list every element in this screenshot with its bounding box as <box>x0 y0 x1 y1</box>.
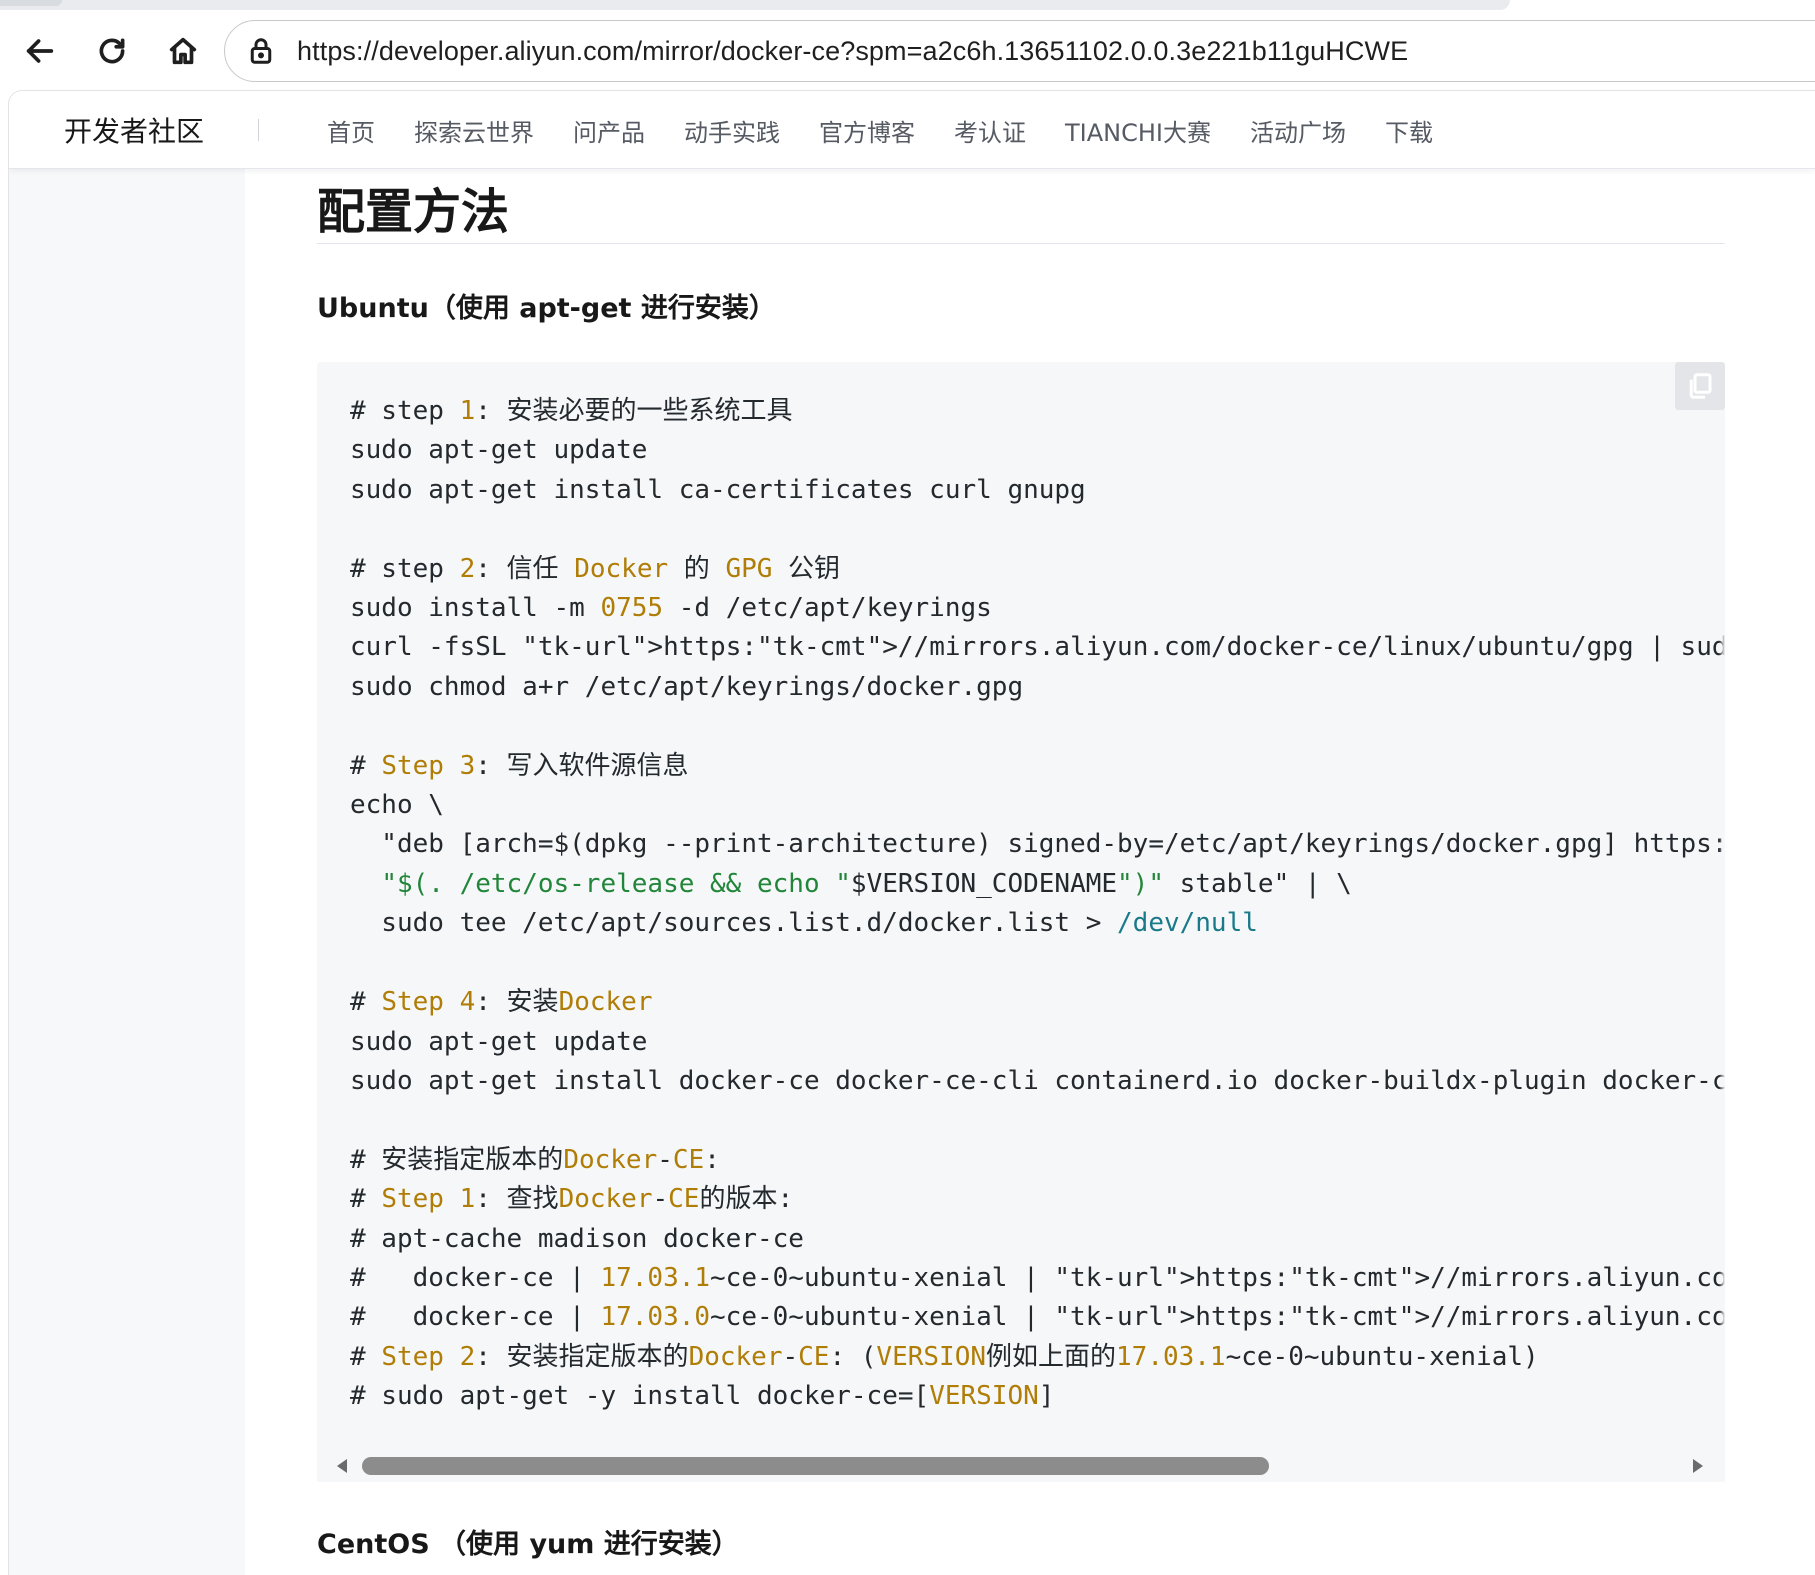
nav-events[interactable]: 活动广场 <box>1250 113 1346 148</box>
scroll-right-arrow[interactable] <box>1693 1459 1703 1473</box>
home-button[interactable] <box>160 28 206 74</box>
code-line: # step 1: 安装必要的一些系统工具 <box>350 396 793 426</box>
code-line: "$(. /etc/os-release && echo "$VERSION_C… <box>381 868 1352 899</box>
site-info-button[interactable] <box>241 31 281 71</box>
code-line: # 安装指定版本的Docker-CE: <box>350 1144 720 1175</box>
home-icon <box>169 37 197 65</box>
site-logo[interactable]: 开发者社区 <box>64 110 204 150</box>
code-line: sudo apt-get update <box>350 435 648 466</box>
code-line: sudo apt-get update <box>350 1026 648 1057</box>
address-bar[interactable]: https://developer.aliyun.com/mirror/dock… <box>224 20 1815 82</box>
code-line: sudo install -m 0755 -d /etc/apt/keyring… <box>350 593 992 624</box>
back-arrow-icon <box>26 39 54 63</box>
nav-explore-cloud[interactable]: 探索云世界 <box>414 113 534 148</box>
site-info-lock-icon <box>250 38 272 64</box>
code-line: # Step 4: 安装Docker <box>350 987 653 1018</box>
header-divider <box>258 119 259 141</box>
code-content[interactable]: # step 1: 安装必要的一些系统工具 sudo apt-get updat… <box>350 392 1725 1417</box>
section-divider <box>317 243 1725 244</box>
back-button[interactable] <box>17 28 63 74</box>
code-line: # Step 3: 写入软件源信息 <box>350 750 689 781</box>
code-line: # sudo apt-get -y install docker-ce=[VER… <box>350 1381 1055 1412</box>
code-line: # Step 2: 安装指定版本的Docker-CE: (VERSION例如上面… <box>350 1341 1539 1372</box>
code-line: sudo apt-get install ca-certificates cur… <box>350 474 1086 505</box>
scrollbar-thumb[interactable] <box>362 1457 1269 1475</box>
copy-button[interactable] <box>1675 362 1725 410</box>
site-nav: 首页 探索云世界 问产品 动手实践 官方博客 考认证 TIANCHI大赛 活动广… <box>327 91 1472 169</box>
code-line: curl -fsSL "tk-url">https:"tk-cmt">//mir… <box>350 632 1725 663</box>
nav-ask-product[interactable]: 问产品 <box>573 113 645 148</box>
active-tab-edge[interactable] <box>0 0 62 6</box>
centos-heading: CentOS （使用 yum 进行安装） <box>317 1529 739 1560</box>
url-text[interactable]: https://developer.aliyun.com/mirror/dock… <box>297 36 1408 67</box>
code-line: echo \ <box>350 790 444 821</box>
browser-toolbar: https://developer.aliyun.com/mirror/dock… <box>0 10 1815 90</box>
reload-button[interactable] <box>89 28 135 74</box>
code-line: "deb [arch=$(dpkg --print-architecture) … <box>350 829 1725 860</box>
copy-icon <box>1689 373 1712 399</box>
nav-hands-on[interactable]: 动手实践 <box>684 113 780 148</box>
nav-tianchi[interactable]: TIANCHI大赛 <box>1065 113 1211 148</box>
code-block-ubuntu[interactable]: # step 1: 安装必要的一些系统工具 sudo apt-get updat… <box>317 362 1725 1482</box>
code-line: sudo tee /etc/apt/sources.list.d/docker.… <box>350 908 1258 939</box>
nav-home[interactable]: 首页 <box>327 113 375 148</box>
ubuntu-heading: Ubuntu（使用 apt-get 进行安装） <box>317 293 776 324</box>
section-title: 配置方法 <box>317 184 510 240</box>
code-line: # docker-ce | 17.03.0~ce-0~ubuntu-xenial… <box>350 1302 1725 1333</box>
tab-strip <box>0 0 1510 10</box>
nav-download[interactable]: 下载 <box>1385 113 1433 148</box>
reload-icon <box>99 38 125 64</box>
code-overflow-fade <box>1719 362 1725 1482</box>
site-header: 开发者社区 首页 探索云世界 问产品 动手实践 官方博客 考认证 TIANCHI… <box>9 91 1815 169</box>
code-line: # Step 1: 查找Docker-CE的版本: <box>350 1184 794 1215</box>
scroll-left-arrow[interactable] <box>337 1459 347 1473</box>
code-line: # docker-ce | 17.03.1~ce-0~ubuntu-xenial… <box>350 1262 1725 1293</box>
code-line: sudo apt-get install docker-ce docker-ce… <box>350 1065 1725 1096</box>
code-line: # step 2: 信任 Docker 的 GPG 公钥 <box>350 553 841 584</box>
code-line: # apt-cache madison docker-ce <box>350 1223 804 1254</box>
nav-certification[interactable]: 考认证 <box>954 113 1026 148</box>
code-horizontal-scrollbar[interactable] <box>317 1450 1725 1482</box>
code-line: sudo chmod a+r /etc/apt/keyrings/docker.… <box>350 671 1024 702</box>
nav-official-blog[interactable]: 官方博客 <box>819 113 915 148</box>
